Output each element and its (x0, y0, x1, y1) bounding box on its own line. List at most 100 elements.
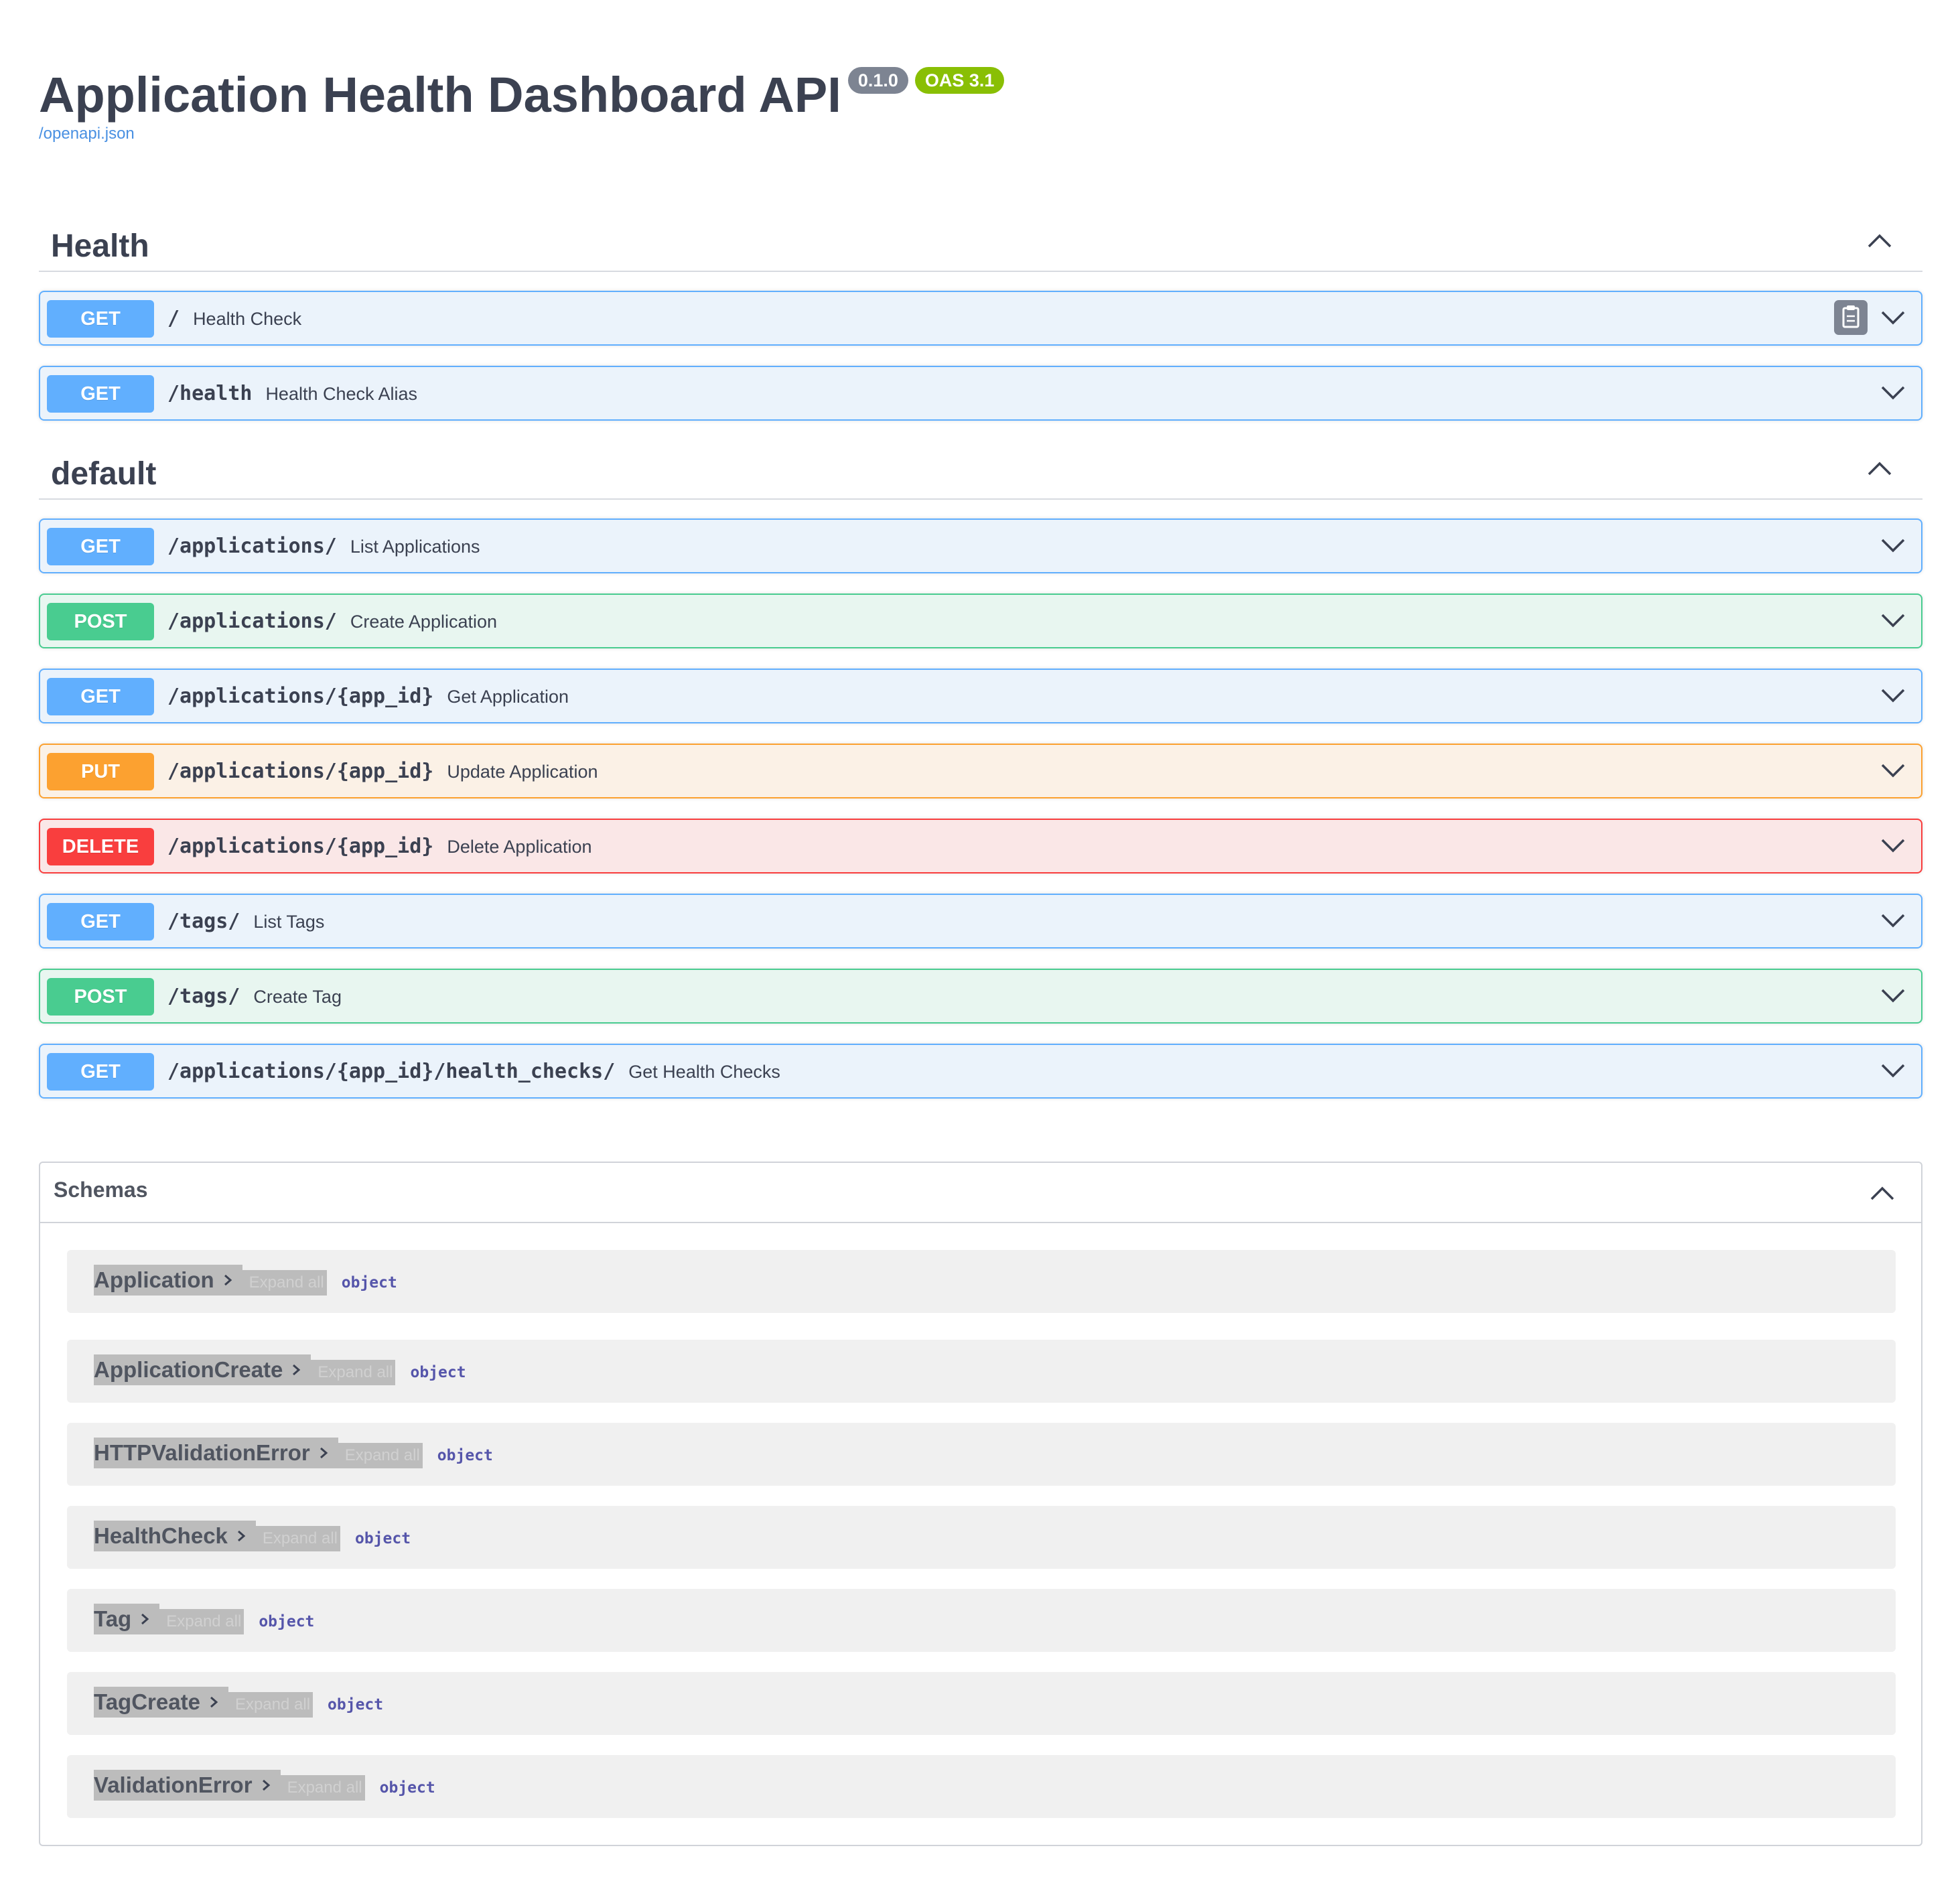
chevron-down-icon[interactable] (1880, 382, 1906, 402)
model-name: Application (94, 1267, 214, 1292)
operation-list-applications[interactable]: GET /applications/List Applications (39, 518, 1922, 573)
operation-create-tag[interactable]: POST /tags/Create Tag (39, 969, 1922, 1024)
chevron-down-icon[interactable] (1880, 535, 1906, 555)
path-text: /applications/ (167, 610, 337, 633)
chevron-down-icon[interactable] (1880, 685, 1906, 705)
oas-badge: OAS 3.1 (914, 67, 1005, 94)
expand-all-button[interactable]: Expand all (311, 1360, 396, 1385)
chevron-up-icon[interactable] (1869, 1183, 1896, 1203)
model-name: ApplicationCreate (94, 1357, 283, 1382)
path-text: /tags/ (167, 910, 240, 933)
model-name-toggle[interactable]: ValidationError (94, 1770, 281, 1801)
chevron-up-icon[interactable] (1866, 230, 1893, 251)
model-tag-create[interactable]: TagCreate Expand all object (67, 1672, 1896, 1735)
operation-update-application[interactable]: PUT /applications/{app_id} Update Applica… (39, 744, 1922, 798)
operation-path: /health Health Check Alias (167, 380, 417, 407)
method-badge: GET (47, 1053, 154, 1091)
operation-get-health-checks[interactable]: GET /applications/{app_id}/health_checks… (39, 1044, 1922, 1099)
path-text: /tags/ (167, 985, 240, 1008)
chevron-down-icon[interactable] (1880, 760, 1906, 780)
model-tag[interactable]: Tag Expand all object (67, 1589, 1896, 1652)
model-row: TagCreate Expand all object (94, 1687, 383, 1718)
schemas-title: Schemas (54, 1178, 148, 1202)
tag-section-default[interactable]: default (39, 441, 1922, 500)
chevron-down-icon[interactable] (1880, 985, 1906, 1005)
model-health-check[interactable]: HealthCheck Expand all object (67, 1506, 1896, 1569)
path-text: /applications/{app_id}/health_checks/ (167, 1060, 616, 1083)
expand-all-button[interactable]: Expand all (338, 1443, 423, 1468)
operation-get-health[interactable]: GET /health Health Check Alias (39, 366, 1922, 421)
method-badge: GET (47, 678, 154, 715)
model-type: object (341, 1274, 397, 1291)
model-row: ApplicationCreate Expand all object (94, 1354, 466, 1385)
model-name: ValidationError (94, 1772, 253, 1797)
chevron-down-icon[interactable] (1880, 910, 1906, 930)
model-validation-error[interactable]: ValidationError Expand all object (67, 1755, 1896, 1818)
chevron-right-icon (210, 1696, 218, 1708)
page-title: Application Health Dashboard API (39, 67, 841, 123)
openapi-json-link[interactable]: /openapi.json (39, 125, 135, 143)
operation-list-tags[interactable]: GET /tags/List Tags (39, 894, 1922, 949)
model-row: Tag Expand all object (94, 1604, 314, 1634)
operation-summary: Delete Application (447, 837, 592, 857)
model-name-toggle[interactable]: TagCreate (94, 1687, 228, 1718)
model-type: object (354, 1530, 411, 1547)
model-type: object (259, 1613, 315, 1630)
chevron-down-icon[interactable] (1880, 610, 1906, 630)
tag-section-health[interactable]: Health (39, 213, 1922, 272)
swagger-page: Application Health Dashboard API 0.1.0 O… (0, 0, 1960, 1885)
model-application[interactable]: Application Expand all object (67, 1250, 1896, 1313)
model-name: Tag (94, 1606, 132, 1631)
operation-get-root[interactable]: GET / Health Check (39, 291, 1922, 346)
operation-path: / Health Check (167, 305, 301, 332)
model-name-toggle[interactable]: Application (94, 1265, 242, 1296)
expand-all-button[interactable]: Expand all (255, 1526, 340, 1551)
chevron-right-icon (141, 1613, 149, 1625)
path-text: /applications/ (167, 535, 337, 558)
model-type: object (328, 1696, 384, 1714)
path-text: / (167, 307, 180, 330)
expand-all-button[interactable]: Expand all (228, 1692, 313, 1718)
model-type: object (437, 1447, 493, 1464)
model-name-toggle[interactable]: HTTPValidationError (94, 1438, 338, 1468)
method-badge: GET (47, 903, 154, 940)
operation-path: /applications/{app_id}/health_checks/Get… (167, 1058, 780, 1085)
chevron-up-icon[interactable] (1866, 458, 1893, 478)
path-text: /health (167, 382, 253, 405)
model-name: TagCreate (94, 1689, 200, 1714)
chevron-right-icon (224, 1274, 232, 1286)
chevron-down-icon[interactable] (1880, 835, 1906, 855)
model-application-create[interactable]: ApplicationCreate Expand all object (67, 1340, 1896, 1403)
method-badge: POST (47, 603, 154, 640)
operation-summary: Update Application (447, 762, 598, 782)
operation-path: /applications/Create Application (167, 608, 497, 635)
model-row: ValidationError Expand all object (94, 1770, 435, 1801)
tag-name: default (51, 456, 157, 492)
operation-delete-application[interactable]: DELETE /applications/{app_id} Delete Appl… (39, 819, 1922, 874)
chevron-down-icon[interactable] (1880, 1060, 1906, 1080)
model-name: HealthCheck (94, 1523, 228, 1548)
schemas-panel: Schemas Application Expand all object Ap… (39, 1162, 1922, 1846)
model-http-validation-error[interactable]: HTTPValidationError Expand all object (67, 1423, 1896, 1486)
operation-summary: Health Check (193, 309, 302, 329)
method-badge: GET (47, 375, 154, 413)
copy-to-clipboard-button[interactable] (1834, 300, 1868, 335)
schemas-header[interactable]: Schemas (40, 1163, 1921, 1223)
model-name-toggle[interactable]: ApplicationCreate (94, 1354, 311, 1385)
operation-path: /applications/List Applications (167, 533, 480, 560)
model-type: object (410, 1364, 466, 1381)
chevron-right-icon (293, 1364, 301, 1376)
chevron-down-icon[interactable] (1880, 307, 1906, 327)
operation-path: /tags/List Tags (167, 908, 324, 935)
operation-path: /applications/{app_id} Delete Application (167, 833, 592, 860)
model-name-toggle[interactable]: HealthCheck (94, 1521, 256, 1551)
operation-create-application[interactable]: POST /applications/Create Application (39, 594, 1922, 648)
method-badge: GET (47, 300, 154, 338)
clipboard-icon (1842, 305, 1860, 328)
expand-all-button[interactable]: Expand all (280, 1775, 365, 1801)
expand-all-button[interactable]: Expand all (242, 1270, 327, 1296)
api-header: Application Health Dashboard API 0.1.0 O… (39, 64, 1005, 129)
expand-all-button[interactable]: Expand all (159, 1609, 244, 1634)
operation-get-application[interactable]: GET /applications/{app_id} Get Applicatio… (39, 669, 1922, 723)
model-name-toggle[interactable]: Tag (94, 1604, 160, 1634)
